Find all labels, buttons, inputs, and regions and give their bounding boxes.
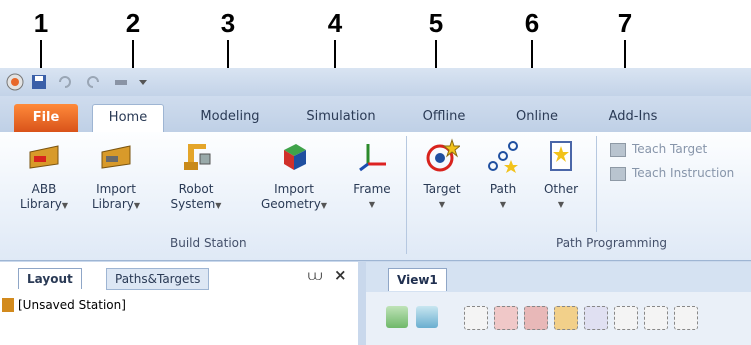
teach-instruction-label: Teach Instruction — [632, 166, 735, 180]
dropdown-caret-icon: ▼ — [368, 200, 376, 209]
customize-icon[interactable] — [134, 73, 152, 91]
group-separator — [406, 136, 407, 254]
tab-online[interactable]: Online — [506, 104, 568, 130]
close-icon[interactable]: × — [334, 266, 347, 284]
import-geometry-label-2: Geometry — [261, 197, 321, 211]
tab-simulation[interactable]: Simulation — [296, 104, 386, 130]
import-library-label-1: Import — [96, 182, 136, 196]
dropdown-caret-icon: ▼ — [320, 201, 327, 210]
select-part-icon[interactable] — [554, 306, 578, 330]
dropdown-caret-icon: ▼ — [499, 200, 507, 209]
tab-paths-targets[interactable]: Paths&Targets — [106, 268, 210, 290]
group-label-build-station: Build Station — [170, 236, 247, 250]
robot-system-label-2: System — [170, 197, 216, 211]
teach-target-icon — [610, 142, 626, 157]
redo-icon[interactable] — [84, 73, 102, 91]
tool-icon[interactable] — [112, 73, 130, 91]
group-label-path-programming: Path Programming — [556, 236, 668, 250]
undo-icon[interactable] — [56, 73, 74, 91]
zoom-fit-icon[interactable] — [416, 306, 438, 328]
app-menu-icon[interactable] — [6, 73, 24, 91]
annotation-number: 7 — [617, 8, 633, 38]
dropdown-caret-icon: ▼ — [438, 200, 446, 209]
frame-icon — [359, 144, 386, 172]
teach-instruction-icon — [610, 166, 626, 181]
select-curve-icon[interactable] — [464, 306, 488, 330]
teach-target-label: Teach Target — [632, 142, 708, 156]
dropdown-caret-icon: ▼ — [133, 201, 141, 210]
import-geometry-label-1: Import — [274, 182, 314, 196]
annotation-number: 2 — [125, 8, 141, 38]
annotation-number: 3 — [220, 8, 236, 38]
view-panel: View1 — [366, 262, 751, 345]
geometry-icon — [284, 144, 306, 170]
annotation-number: 4 — [327, 8, 343, 38]
robot-system-label-1: Robot — [178, 182, 214, 196]
teach-target-button[interactable]: Teach Target — [610, 142, 707, 157]
tab-home[interactable]: Home — [92, 104, 164, 133]
other-button[interactable]: Other ▼ — [536, 138, 586, 212]
frame-label: Frame — [353, 182, 391, 196]
ribbon-tab-bar: File Home Modeling Simulation Offline On… — [0, 96, 751, 133]
annotation-number: 1 — [33, 8, 49, 38]
abb-library-label-1: ABB — [31, 182, 57, 196]
annotation-number: 5 — [428, 8, 444, 38]
layout-panel: Layout Paths&Targets ⩊ × [Unsaved Statio… — [0, 262, 358, 345]
path-icon — [488, 141, 518, 173]
target-label: Target — [423, 182, 461, 196]
library-icon — [29, 145, 59, 169]
pin-icon[interactable]: ⩊ — [308, 268, 322, 284]
other-label: Other — [543, 182, 579, 196]
import-library-label-2: Library — [91, 197, 134, 211]
save-icon[interactable] — [30, 73, 48, 91]
library-icon — [101, 145, 131, 169]
tab-offline[interactable]: Offline — [410, 104, 478, 130]
select-mechanism-icon[interactable] — [614, 306, 638, 330]
quick-access-toolbar — [0, 68, 751, 96]
robot-icon — [184, 144, 211, 170]
select-surface-icon[interactable] — [494, 306, 518, 330]
view-all-icon[interactable] — [386, 306, 408, 328]
target-icon — [426, 138, 462, 172]
group-separator — [596, 136, 597, 232]
other-icon — [550, 141, 572, 171]
station-icon — [2, 298, 14, 312]
dropdown-caret-icon: ▼ — [557, 200, 565, 209]
annotation-number: 6 — [524, 8, 540, 38]
import-geometry-button[interactable]: Import Geometry▼ — [256, 138, 332, 213]
select-path-icon[interactable] — [674, 306, 698, 330]
station-label: [Unsaved Station] — [18, 298, 126, 312]
ribbon-home: ABB Library▼ Import Library▼ Robot Syste… — [0, 132, 751, 261]
tab-modeling[interactable]: Modeling — [188, 104, 272, 130]
teach-instruction-button[interactable]: Teach Instruction — [610, 166, 734, 181]
abb-library-label-2: Library — [19, 197, 62, 211]
tree-item-station[interactable]: [Unsaved Station] — [2, 298, 126, 312]
import-library-button[interactable]: Import Library▼ — [86, 138, 146, 213]
select-body-icon[interactable] — [524, 306, 548, 330]
dropdown-caret-icon: ▼ — [61, 201, 69, 210]
dropdown-caret-icon: ▼ — [215, 201, 222, 210]
frame-button[interactable]: Frame ▼ — [346, 138, 398, 212]
abb-library-button[interactable]: ABB Library▼ — [16, 138, 72, 213]
tab-view1[interactable]: View1 — [388, 268, 447, 291]
select-target-icon[interactable] — [644, 306, 668, 330]
robot-system-button[interactable]: Robot System▼ — [166, 138, 226, 213]
tab-file[interactable]: File — [14, 104, 78, 132]
select-group-icon[interactable] — [584, 306, 608, 330]
tab-layout[interactable]: Layout — [18, 268, 82, 289]
tab-add-ins[interactable]: Add-Ins — [598, 104, 668, 130]
path-button[interactable]: Path ▼ — [478, 138, 528, 212]
path-label: Path — [489, 182, 517, 196]
view-toolbar — [366, 292, 751, 345]
target-button[interactable]: Target ▼ — [414, 138, 470, 212]
